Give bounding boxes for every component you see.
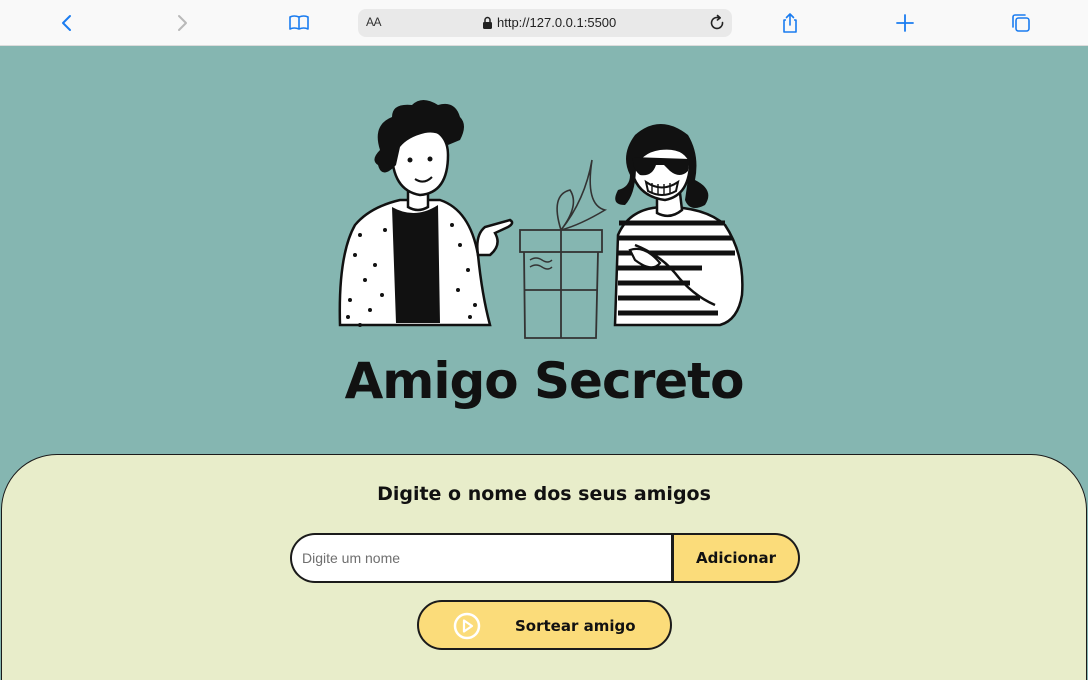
reload-icon[interactable] — [708, 14, 726, 32]
form-subtitle: Digite o nome dos seus amigos — [377, 483, 711, 505]
address-bar[interactable]: AA http://127.0.0.1:5500 — [358, 9, 732, 37]
tabs-overview-icon[interactable] — [1006, 8, 1036, 38]
url-text: http://127.0.0.1:5500 — [497, 15, 617, 30]
lock-icon — [483, 16, 492, 29]
add-friend-form: Adicionar — [290, 533, 800, 583]
reader-book-icon[interactable] — [284, 8, 314, 38]
add-button[interactable]: Adicionar — [674, 533, 800, 583]
text-size-button[interactable]: AA — [366, 15, 382, 29]
draw-friend-button[interactable]: Sortear amigo — [417, 600, 672, 650]
back-icon[interactable] — [52, 8, 82, 38]
two-friends-with-gift-illustration — [338, 100, 744, 339]
name-input[interactable] — [290, 533, 674, 583]
draw-button-label: Sortear amigo — [515, 617, 636, 635]
page-title: Amigo Secreto — [344, 352, 745, 410]
share-icon[interactable] — [775, 8, 805, 38]
play-icon — [453, 612, 481, 640]
forward-icon[interactable] — [167, 8, 197, 38]
new-tab-plus-icon[interactable] — [890, 8, 920, 38]
browser-toolbar: AA http://127.0.0.1:5500 — [0, 0, 1088, 46]
